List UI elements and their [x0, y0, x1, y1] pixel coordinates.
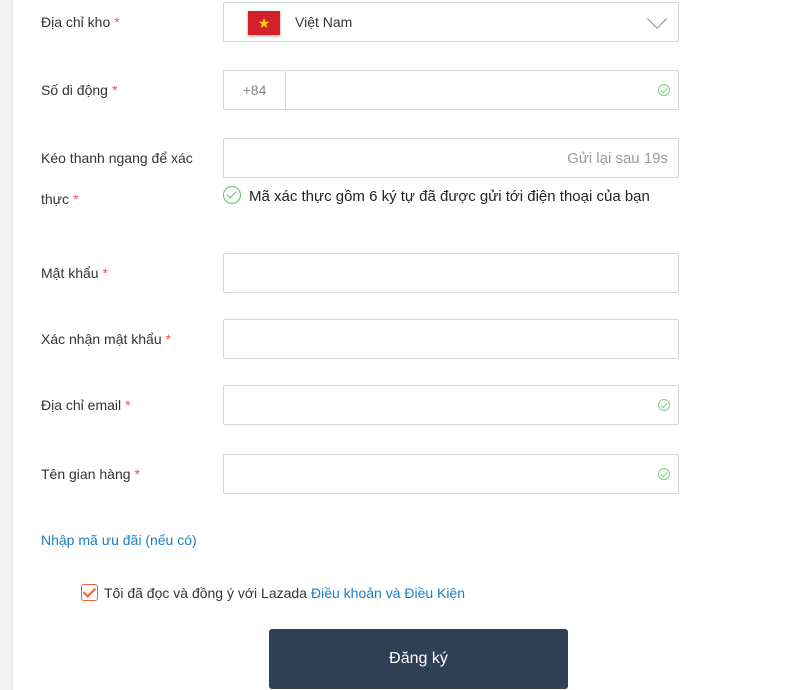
- required-mark: *: [114, 14, 120, 30]
- chevron-down-icon[interactable]: [647, 9, 667, 29]
- required-mark: *: [165, 331, 172, 347]
- shop-name-field[interactable]: [223, 454, 679, 494]
- required-mark: *: [134, 466, 140, 482]
- check-circle-icon: [223, 186, 241, 204]
- confirm-password-input[interactable]: [224, 320, 678, 358]
- terms-row: Tôi đã đọc và đồng ý với Lazada Điều kho…: [81, 584, 465, 601]
- address-label: Địa chỉ kho *: [41, 14, 120, 30]
- email-field[interactable]: [223, 385, 679, 425]
- verify-message-text: Mã xác thực gồm 6 ký tự đã được gửi tới …: [249, 188, 650, 205]
- password-label: Mật khẩu *: [41, 265, 109, 281]
- email-label: Địa chỉ email *: [41, 397, 131, 413]
- country-value: Việt Nam: [295, 14, 353, 30]
- terms-link[interactable]: Điều khoản và Điều Kiện: [311, 585, 465, 601]
- check-icon: [658, 468, 670, 480]
- password-input[interactable]: [224, 254, 678, 292]
- check-icon: [658, 84, 670, 96]
- required-mark: *: [111, 82, 118, 98]
- phone-input[interactable]: [286, 71, 678, 109]
- confirm-password-label: Xác nhận mật khẩu *: [41, 331, 172, 347]
- password-field[interactable]: [223, 253, 679, 293]
- verify-label: Kéo thanh ngang để xác: [41, 150, 193, 166]
- resend-countdown: Gửi lại sau 19s: [567, 150, 668, 167]
- terms-checkbox[interactable]: [81, 584, 98, 601]
- vietnam-flag-icon: ★: [248, 11, 280, 35]
- verify-slider[interactable]: Gửi lại sau 19s: [223, 138, 679, 178]
- phone-label: Số di động *: [41, 82, 118, 98]
- required-mark: *: [73, 191, 79, 207]
- verify-message: Mã xác thực gồm 6 ký tự đã được gửi tới …: [223, 186, 663, 208]
- shop-name-input[interactable]: [224, 455, 678, 493]
- shop-name-label: Tên gian hàng *: [41, 466, 140, 482]
- required-mark: *: [125, 397, 131, 413]
- email-input[interactable]: [224, 386, 678, 424]
- check-icon: [658, 399, 670, 411]
- register-button[interactable]: Đăng ký: [269, 629, 568, 689]
- required-mark: *: [102, 265, 109, 281]
- phone-prefix: +84: [224, 71, 286, 109]
- phone-field[interactable]: +84: [223, 70, 679, 110]
- promo-code-link[interactable]: Nhập mã ưu đãi (nếu có): [41, 532, 197, 548]
- verify-label-line2: thực *: [41, 191, 79, 207]
- confirm-password-field[interactable]: [223, 319, 679, 359]
- country-select[interactable]: ★ Việt Nam: [223, 2, 679, 42]
- terms-text: Tôi đã đọc và đồng ý với Lazada: [104, 584, 307, 601]
